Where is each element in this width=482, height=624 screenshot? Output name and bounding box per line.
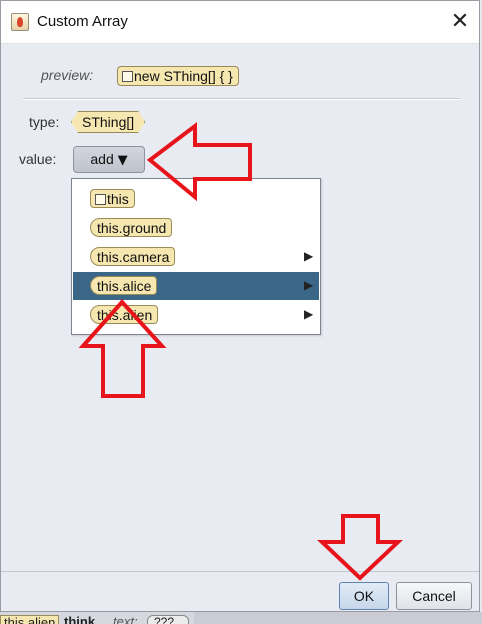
background-method: think bbox=[64, 614, 96, 624]
ok-button[interactable]: OK bbox=[339, 582, 389, 610]
custom-array-dialog: Custom Array ✕ preview: new SThing[] { }… bbox=[0, 0, 480, 612]
menu-item-tile: this.camera bbox=[90, 247, 176, 266]
menu-item-tile: this.alice bbox=[90, 276, 158, 295]
background-param-label: text: bbox=[113, 614, 138, 624]
preview-tile: new SThing[] { } bbox=[117, 66, 239, 86]
type-label: type: bbox=[29, 114, 60, 130]
menu-item-this-ground[interactable]: this.ground bbox=[73, 214, 319, 242]
menu-item-tile: this.alien bbox=[90, 305, 159, 324]
background-panel bbox=[194, 612, 482, 624]
close-button[interactable]: ✕ bbox=[447, 11, 473, 35]
menu-item-tile: this.ground bbox=[90, 218, 173, 237]
menu-item-this-alien[interactable]: this.alien ▶ bbox=[73, 301, 319, 329]
menu-item-this-camera[interactable]: this.camera ▶ bbox=[73, 243, 319, 271]
caret-down-icon: ▼ bbox=[117, 153, 128, 168]
preview-label: preview: bbox=[41, 67, 94, 83]
value-label: value: bbox=[19, 151, 57, 167]
cancel-button[interactable]: Cancel bbox=[396, 582, 472, 610]
preview-tile-text: new SThing[] { } bbox=[134, 68, 233, 84]
menu-item-this-alice[interactable]: this.alice ▶ bbox=[73, 272, 319, 300]
background-tile: this.alien bbox=[0, 615, 60, 624]
menu-item-label: this bbox=[107, 191, 129, 207]
add-button-label: add bbox=[90, 151, 114, 167]
submenu-arrow-icon: ▶ bbox=[304, 278, 314, 292]
background-editor-strip: this.alien think text: ??? bbox=[0, 612, 482, 624]
type-tile: SThing[] bbox=[71, 111, 145, 133]
submenu-arrow-icon: ▶ bbox=[304, 307, 314, 321]
java-cup-icon bbox=[11, 13, 29, 31]
button-bar-separator bbox=[1, 571, 479, 572]
submenu-arrow-icon: ▶ bbox=[304, 249, 314, 263]
add-dropdown-button[interactable]: add ▼ bbox=[73, 146, 145, 173]
square-icon bbox=[95, 194, 106, 205]
separator bbox=[23, 98, 460, 100]
background-param-value: ??? bbox=[147, 615, 189, 624]
array-square-icon bbox=[122, 71, 133, 82]
menu-item-this[interactable]: this bbox=[73, 185, 319, 213]
window-title: Custom Array bbox=[37, 13, 128, 30]
add-popup-menu: this this.ground this.camera ▶ this.alic… bbox=[71, 178, 321, 335]
menu-item-tile: this bbox=[90, 189, 135, 208]
title-bar: Custom Array ✕ bbox=[1, 1, 479, 44]
